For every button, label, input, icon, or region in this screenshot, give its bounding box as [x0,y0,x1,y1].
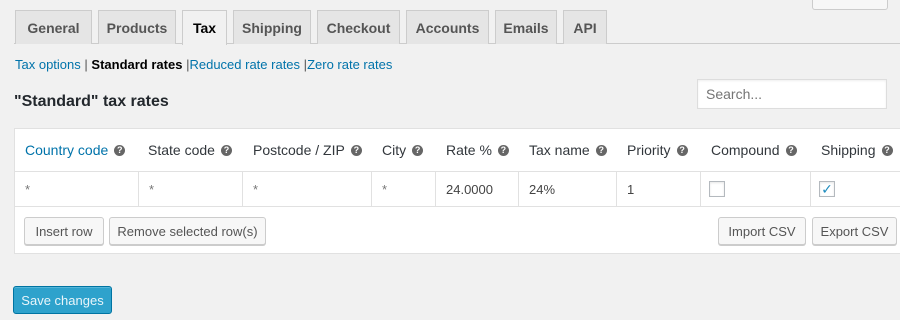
tab-general[interactable]: General [15,10,92,44]
country-code-cell[interactable]: * [15,172,139,206]
search-input[interactable] [697,79,887,109]
column-header-shipping: Shipping? [821,129,893,171]
column-label: Postcode / ZIP [253,142,345,158]
tax-subnav: Tax options | Standard rates |Reduced ra… [15,57,392,72]
column-label: Country code [25,142,109,158]
save-changes-button[interactable]: Save changes [13,286,112,314]
tab-emails[interactable]: Emails [495,10,557,44]
tab-api[interactable]: API [563,10,607,44]
column-header-priority: Priority? [627,129,688,171]
column-label: Shipping [821,142,876,158]
column-header-city: City? [382,129,424,171]
postcode-cell[interactable]: * [243,172,372,206]
help-icon[interactable]: ? [595,144,607,156]
column-header-postcode: Postcode / ZIP? [253,129,362,171]
help-icon[interactable]: ? [412,144,424,156]
settings-tabs: General Products Tax Shipping Checkout A… [14,10,900,45]
help-icon[interactable]: ? [350,144,362,156]
priority-cell[interactable]: 1 [617,172,701,206]
help-icon[interactable]: ? [220,144,232,156]
import-csv-button[interactable]: Import CSV [718,217,806,245]
page-title: "Standard" tax rates [14,93,169,110]
column-header-compound: Compound? [711,129,797,171]
tax-name-cell[interactable]: 24% [519,172,617,206]
column-label: State code [148,142,215,158]
subnav-standard-rates: Standard rates [91,57,183,72]
screen-options-tab[interactable] [812,0,888,10]
city-cell[interactable]: * [372,172,436,206]
rate-cell[interactable]: 24.0000 [436,172,519,206]
subnav-separator: | [84,57,88,72]
shipping-checkbox[interactable]: ✓ [819,181,835,197]
column-header-country[interactable]: Country code? [25,129,126,171]
tab-accounts[interactable]: Accounts [406,10,489,44]
compound-checkbox[interactable] [709,181,725,197]
help-icon[interactable]: ? [881,144,893,156]
insert-row-button[interactable]: Insert row [24,217,104,245]
help-icon[interactable]: ? [785,144,797,156]
column-label: City [382,142,407,158]
remove-rows-button[interactable]: Remove selected row(s) [109,217,266,245]
subnav-tax-options[interactable]: Tax options [15,57,81,72]
column-header-rate: Rate %? [446,129,509,171]
column-header-tax-name: Tax name? [529,129,607,171]
column-label: Priority [627,142,671,158]
export-csv-button[interactable]: Export CSV [812,217,897,245]
column-label: Tax name [529,142,590,158]
column-header-state: State code? [148,129,232,171]
table-row[interactable]: * * * * 24.0000 24% 1 ✓ [15,171,900,207]
shipping-cell: ✓ [811,172,900,206]
subnav-reduced-rates[interactable]: Reduced rate rates [189,57,300,72]
state-code-cell[interactable]: * [139,172,243,206]
subnav-zero-rates[interactable]: Zero rate rates [307,57,392,72]
help-icon[interactable]: ? [497,144,509,156]
help-icon[interactable]: ? [676,144,688,156]
tab-tax[interactable]: Tax [182,10,227,45]
tab-checkout[interactable]: Checkout [317,10,400,44]
help-icon[interactable]: ? [114,144,126,156]
compound-cell [701,172,811,206]
column-label: Rate % [446,142,492,158]
column-label: Compound [711,142,780,158]
tab-products[interactable]: Products [98,10,176,44]
tab-shipping[interactable]: Shipping [233,10,311,44]
tax-rates-table: Country code? State code? Postcode / ZIP… [14,128,900,254]
